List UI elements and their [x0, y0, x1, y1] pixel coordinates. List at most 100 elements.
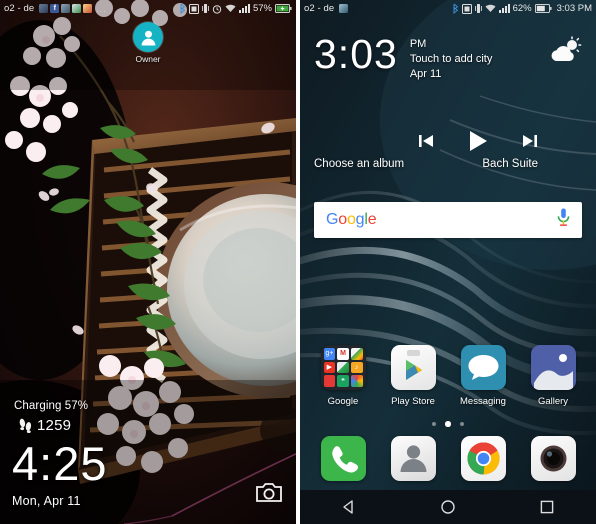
bluetooth-icon — [453, 3, 458, 14]
camera-app-icon[interactable] — [530, 436, 576, 481]
page-dot-1[interactable] — [432, 421, 437, 426]
music-controls[interactable] — [360, 130, 596, 152]
play-store-icon[interactable] — [390, 345, 436, 390]
play-icon[interactable] — [468, 130, 488, 152]
drive-icon — [337, 361, 349, 374]
speech-bubble-glyph — [468, 355, 498, 380]
photos-icon — [350, 375, 363, 387]
app-play-store[interactable]: Play Store — [383, 345, 443, 407]
back-triangle-icon — [343, 500, 354, 514]
google-folder-icon[interactable]: g+ M ▶ ♪ ❝ — [320, 345, 366, 390]
wifi-icon — [485, 4, 496, 12]
lock-screen-panel: o2 - de f ... 57% Owner Charging 57% 125… — [0, 0, 296, 524]
sun-behind-cloud-icon — [551, 36, 582, 61]
notification-overflow-label: ... — [96, 3, 107, 14]
owner-user-badge[interactable]: Owner — [133, 22, 163, 64]
lockscreen-clock: 4:25 Mon, Apr 11 — [12, 437, 108, 508]
step-count-value: 1259 — [37, 417, 72, 434]
charging-status-text: Charging 57% — [14, 400, 89, 412]
clock-weather-widget[interactable]: 3:03 PM Touch to add city Apr 11 — [300, 34, 596, 82]
owner-label: Owner — [135, 54, 161, 64]
add-city-prompt[interactable]: Touch to add city — [410, 52, 493, 67]
avatar[interactable] — [133, 22, 163, 52]
dock — [300, 436, 596, 481]
handset-glyph — [331, 446, 358, 473]
google-logo-letter-o1: o — [338, 211, 347, 228]
google-logo-letter-g: G — [326, 211, 339, 228]
news-icon — [323, 375, 336, 387]
app-label-messaging: Messaging — [460, 396, 506, 407]
dock-app-chrome[interactable] — [453, 436, 513, 481]
voice-search-button[interactable] — [557, 208, 570, 232]
gallery-icon[interactable] — [530, 345, 576, 390]
signal-icon — [498, 4, 510, 13]
app-notif-1-icon — [39, 4, 49, 13]
google-search-bar[interactable]: Google — [314, 202, 582, 238]
signal-icon — [238, 4, 250, 13]
alarm-icon — [212, 4, 222, 14]
bluetooth-icon — [180, 3, 186, 14]
chrome-glyph — [467, 442, 499, 475]
dock-app-contacts[interactable] — [383, 436, 443, 481]
google-logo-letter-e: e — [367, 211, 377, 228]
right-status-time: 3:03 PM — [556, 3, 592, 14]
app-notif-1-icon — [339, 4, 349, 13]
app-gallery[interactable]: Gallery — [523, 345, 583, 407]
maps-icon — [350, 348, 363, 360]
youtube-icon: ▶ — [323, 361, 336, 374]
lockscreen-time: 4:25 — [12, 437, 108, 491]
lockscreen-info: Charging 57% 1259 — [14, 400, 88, 434]
widget-time: 3:03 — [314, 31, 398, 77]
google-logo-letter-o2: o — [346, 211, 356, 228]
previous-track-icon[interactable] — [418, 134, 434, 148]
play-store-glyph — [405, 350, 422, 380]
right-battery-percent: 62% — [512, 3, 532, 14]
dock-app-phone[interactable] — [313, 436, 373, 481]
recents-square-icon — [540, 500, 553, 514]
choose-album-label[interactable]: Choose an album — [314, 158, 404, 170]
navigation-bar[interactable] — [300, 490, 596, 524]
widget-meta: PM Touch to add city Apr 11 — [410, 37, 493, 82]
person-icon — [141, 30, 155, 45]
page-dot-3[interactable] — [459, 421, 464, 426]
camera-icon — [256, 483, 282, 502]
facebook-notif-icon: f — [50, 4, 60, 13]
google-plus-icon: g+ — [323, 348, 336, 360]
weather-area[interactable] — [548, 36, 582, 71]
nav-home-button[interactable] — [422, 490, 474, 524]
messaging-icon[interactable] — [460, 345, 506, 390]
right-status-icons: 62% 3:03 PM — [452, 3, 592, 14]
dual-phone-screenshot: o2 - de f ... 57% Owner Charging 57% 125… — [0, 0, 596, 524]
right-notification-icons[interactable] — [339, 4, 349, 13]
gmail-icon: M — [337, 348, 349, 360]
contacts-icon[interactable] — [390, 436, 436, 481]
page-dot-2-active[interactable] — [445, 421, 451, 427]
dock-app-camera[interactable] — [523, 436, 583, 481]
step-counter: 1259 — [19, 417, 88, 434]
widget-date: Apr 11 — [409, 68, 442, 80]
battery-icon — [534, 4, 552, 13]
right-status-bar[interactable]: o2 - de 62% 3:03 PM — [300, 0, 596, 17]
page-indicator[interactable] — [300, 421, 596, 427]
phone-icon[interactable] — [320, 436, 366, 481]
nav-back-button[interactable] — [323, 490, 375, 524]
app-google-folder[interactable]: g+ M ▶ ♪ ❝ Google — [313, 345, 373, 407]
left-status-icons: 57% — [179, 3, 292, 14]
music-player-widget[interactable]: Choose an album Bach Suite — [300, 130, 596, 170]
app-notif-4-icon — [72, 4, 82, 13]
screenshot-icon — [188, 3, 199, 14]
camera-shortcut-button[interactable] — [256, 482, 282, 508]
right-carrier-label: o2 - de — [304, 3, 335, 14]
left-battery-percent: 57% — [252, 3, 272, 14]
vibrate-icon — [202, 4, 209, 13]
app-notif-3-icon — [61, 4, 71, 13]
nav-recents-button[interactable] — [521, 490, 573, 524]
left-status-bar[interactable]: o2 - de f ... 57% — [0, 0, 296, 17]
left-notification-icons[interactable]: f ... — [39, 4, 107, 14]
left-carrier-label: o2 - de — [4, 3, 35, 14]
screenshot-icon — [461, 3, 472, 14]
chrome-icon[interactable] — [460, 436, 506, 481]
next-track-icon[interactable] — [522, 134, 538, 148]
photo-glyph — [533, 354, 573, 390]
app-messaging[interactable]: Messaging — [453, 345, 513, 407]
